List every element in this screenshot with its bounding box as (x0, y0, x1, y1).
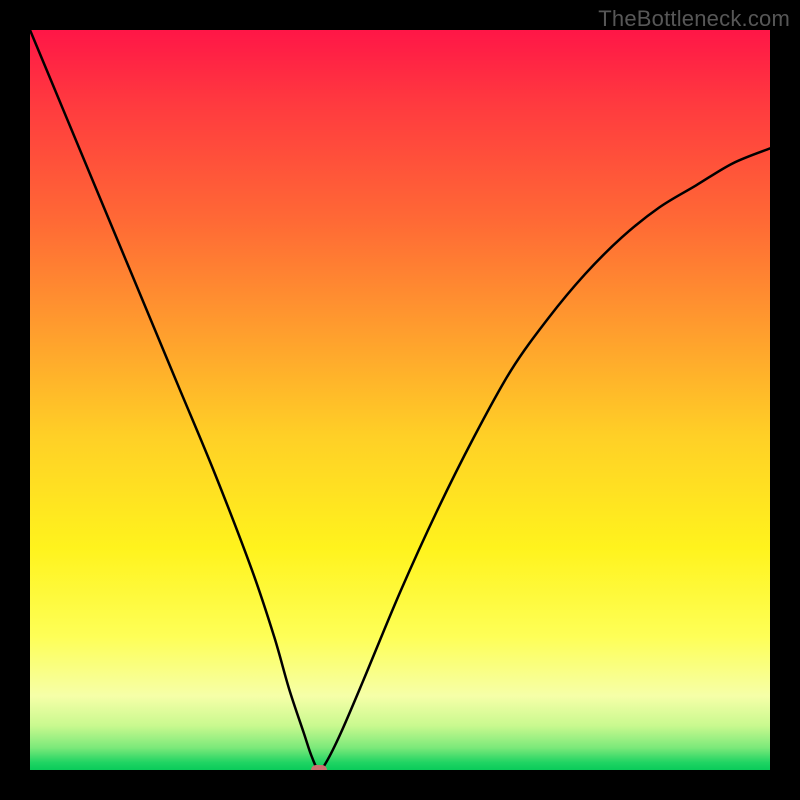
optimal-point-marker (311, 765, 327, 770)
bottleneck-curve (30, 30, 770, 770)
plot-area (30, 30, 770, 770)
watermark-text: TheBottleneck.com (598, 6, 790, 32)
